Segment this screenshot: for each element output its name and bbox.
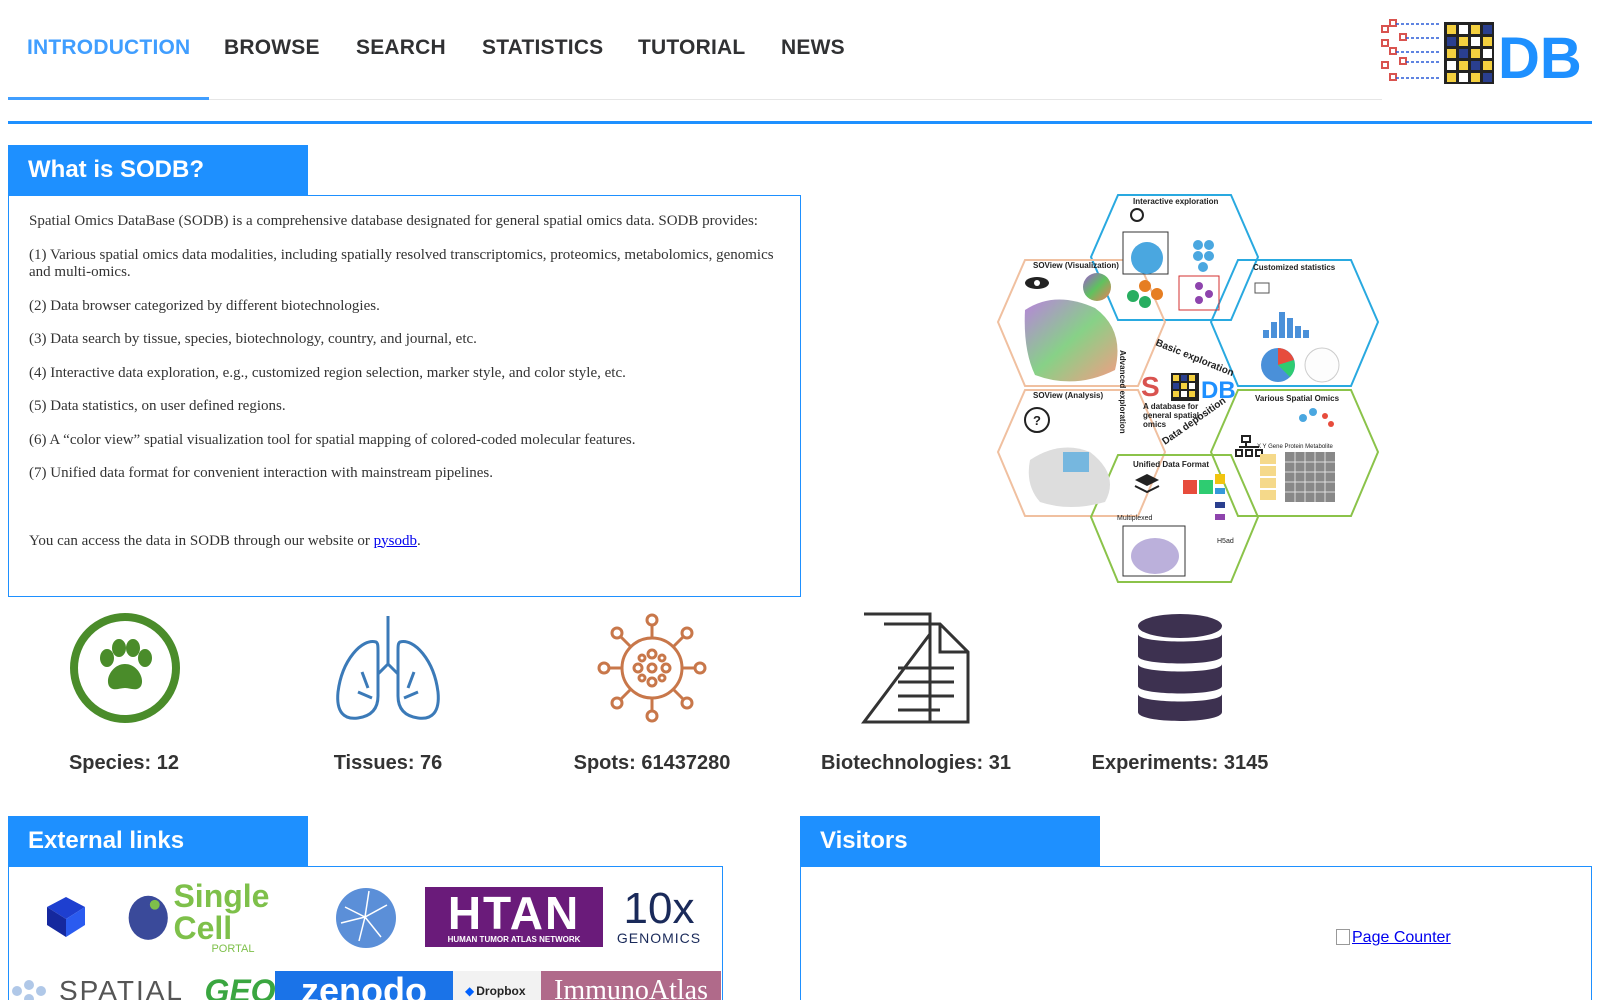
svg-text:SOView (Visualization): SOView (Visualization) xyxy=(1033,261,1119,270)
svg-text:S: S xyxy=(1141,371,1160,402)
svg-text:Customized statistics: Customized statistics xyxy=(1253,263,1336,272)
feature-5: (5) Data statistics, on user defined reg… xyxy=(29,398,286,414)
feature-4: (4) Interactive data exploration, e.g., … xyxy=(29,364,626,381)
spatial-link[interactable]: SPATIAL xyxy=(9,971,199,1000)
nav-introduction[interactable]: INTRODUCTION xyxy=(27,36,190,60)
feature-3: (3) Data search by tissue, species, biot… xyxy=(29,331,477,347)
nav-search[interactable]: SEARCH xyxy=(356,36,446,60)
database-icon xyxy=(1138,614,1222,721)
dropbox-icon: ◆ xyxy=(465,984,475,998)
svg-text:X Y Gene Protein Metabolite: X Y Gene Protein Metabolite xyxy=(1257,444,1333,450)
experiments-stat xyxy=(1080,612,1280,724)
htan-link[interactable]: HTAN HUMAN TUMOR ATLAS NETWORK xyxy=(425,887,603,947)
htan-subtitle: HUMAN TUMOR ATLAS NETWORK xyxy=(447,934,581,944)
feature-1: (1) Various spatial omics data modalitie… xyxy=(29,246,774,281)
globe-logo-link[interactable] xyxy=(335,887,397,949)
top-nav: INTRODUCTION BROWSE SEARCH STATISTICS TU… xyxy=(8,0,1382,100)
biotech-stat xyxy=(816,612,1016,724)
svg-text:DB: DB xyxy=(1498,26,1580,90)
header-rule xyxy=(8,121,1592,124)
pysodb-link[interactable]: pysodb xyxy=(374,533,417,549)
access-prefix: You can access the data in SODB through … xyxy=(29,532,374,549)
svg-text:Basic exploration: Basic exploration xyxy=(1154,338,1235,379)
feature-2: (2) Data browser categorized by differen… xyxy=(29,297,380,314)
external-links-box: Single Cell PORTAL HTAN HUMAN TUMOR ATLA… xyxy=(8,866,723,1000)
htan-text: HTAN xyxy=(447,886,581,939)
external-links-title: External links xyxy=(8,816,308,866)
feature-7: (7) Unified data format for convenient i… xyxy=(29,465,494,481)
species-count: Species: 12 xyxy=(68,752,180,774)
svg-text:Various Spatial Omics: Various Spatial Omics xyxy=(1255,394,1340,403)
dropbox-link[interactable]: ◆ Dropbox xyxy=(453,971,541,1000)
single-cell-portal-link[interactable]: Single Cell PORTAL xyxy=(127,880,307,954)
nav-statistics[interactable]: STATISTICS xyxy=(482,36,603,60)
page-counter-alt: Page Counter xyxy=(1352,929,1451,946)
tissues-stat xyxy=(288,612,488,724)
document-icon xyxy=(861,612,970,724)
nav-news[interactable]: NEWS xyxy=(781,36,845,60)
sodb-logo[interactable]: DB xyxy=(1380,18,1580,90)
zenodo-link[interactable]: zenodo xyxy=(275,970,453,1000)
visitors-title: Visitors xyxy=(800,816,1100,866)
immunoatlas-text: ImmunoAtlas xyxy=(554,975,708,1000)
intro-section-title: What is SODB? xyxy=(8,145,308,195)
spatial-text: SPATIAL xyxy=(59,975,185,1000)
sodb-overview-figure: Interactive exploration Customized stati… xyxy=(996,194,1380,583)
tissues-count: Tissues: 76 xyxy=(333,752,443,774)
page-counter-link[interactable]: Page Counter xyxy=(1336,929,1451,947)
biotech-count: Biotechnologies: 31 xyxy=(820,752,1012,774)
10x-genomics-link[interactable]: 10x GENOMICS xyxy=(607,885,711,949)
svg-text:Advanced exploration: Advanced exploration xyxy=(1118,350,1127,434)
access-line: You can access the data in SODB through … xyxy=(29,533,780,551)
zenodo-text: zenodo xyxy=(301,970,427,1000)
spots-count: Spots: 61437280 xyxy=(573,752,731,774)
svg-text:H5ad: H5ad xyxy=(1217,538,1234,545)
cube-logo-link[interactable] xyxy=(45,895,87,939)
genomics-text: GENOMICS xyxy=(616,930,702,946)
dropbox-text: Dropbox xyxy=(476,984,526,998)
10x-text: 10x xyxy=(623,884,695,933)
virus-icon xyxy=(597,613,707,723)
intro-box: Spatial Omics DataBase (SODB) is a compr… xyxy=(8,195,801,597)
immunoatlas-link[interactable]: ImmunoAtlas xyxy=(541,971,721,1000)
svg-text:?: ? xyxy=(1033,413,1041,428)
paw-icon xyxy=(70,613,180,723)
nav-active-underline xyxy=(8,97,209,100)
experiments-count: Experiments: 3145 xyxy=(1091,752,1269,774)
species-stat xyxy=(25,612,225,724)
lungs-icon xyxy=(336,616,440,720)
intro-lead: Spatial Omics DataBase (SODB) is a compr… xyxy=(29,213,758,229)
svg-text:Unified Data Format: Unified Data Format xyxy=(1133,460,1209,469)
svg-text:Interactive exploration: Interactive exploration xyxy=(1133,197,1218,206)
portal-text: PORTAL xyxy=(211,942,255,955)
broken-image-icon xyxy=(1336,929,1350,945)
svg-text:Multiplexed: Multiplexed xyxy=(1117,515,1153,522)
single-cell-text: Single Cell xyxy=(173,877,270,946)
spatial-dots-icon xyxy=(12,980,46,1000)
visitors-box xyxy=(800,866,1592,1000)
geo-link[interactable]: GEO xyxy=(204,971,276,1000)
geo-text: GEO xyxy=(204,972,276,1000)
nav-tutorial[interactable]: TUTORIAL xyxy=(638,36,745,60)
svg-text:SOView (Analysis): SOView (Analysis) xyxy=(1033,391,1103,400)
access-suffix: . xyxy=(417,532,421,549)
nav-browse[interactable]: BROWSE xyxy=(224,36,320,60)
spots-stat xyxy=(552,612,752,724)
svg-text:DB: DB xyxy=(1201,377,1236,404)
feature-6: (6) A “color view” spatial visualization… xyxy=(29,431,636,448)
single-cell-icon xyxy=(128,895,168,940)
